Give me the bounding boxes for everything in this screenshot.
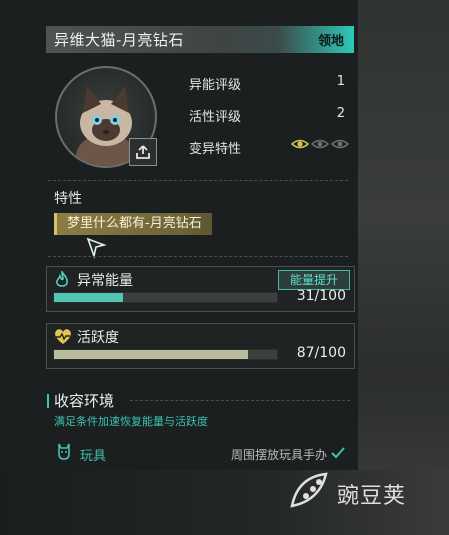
share-icon (136, 145, 150, 159)
stat-value: 1 (336, 74, 345, 89)
watermark-text: 豌豆荚 (337, 484, 407, 509)
check-icon (331, 447, 345, 459)
heartbeat-icon (55, 329, 71, 344)
energy-label: 异常能量 (77, 273, 133, 289)
divider (48, 256, 348, 257)
flame-icon (56, 271, 68, 287)
territory-tag[interactable]: 领地 (318, 30, 344, 49)
energy-value: 31/100 (296, 288, 346, 304)
activity-panel: 活跃度 87/100 (46, 323, 355, 369)
activity-bar-fill (54, 350, 248, 359)
stat-mutation-trait: 变异特性 (189, 138, 349, 157)
divider (48, 180, 348, 181)
energy-boost-button[interactable]: 能量提升 (278, 270, 350, 290)
pet-name: 异维大猫-月亮钻石 (54, 31, 184, 49)
divider (130, 400, 350, 401)
toy-label: 玩具 (80, 449, 107, 464)
activity-label: 活跃度 (77, 330, 119, 346)
trait-section-label: 特性 (54, 191, 82, 207)
energy-panel: 异常能量 能量提升 31/100 (46, 266, 355, 312)
activity-value: 87/100 (296, 345, 346, 361)
stat-ability-rating: 异能评级 1 (189, 74, 349, 93)
eye-inactive-icon (311, 139, 329, 149)
stat-activity-rating: 活性评级 2 (189, 106, 349, 125)
pea-logo-icon (290, 472, 328, 508)
trait-badge[interactable]: 梦里什么都有-月亮钻石 (54, 213, 212, 235)
background-scene (358, 0, 449, 535)
stat-label: 变异特性 (189, 142, 242, 157)
energy-bar (53, 292, 278, 303)
energy-bar-fill (54, 293, 124, 302)
containment-title: 收容环境 (54, 392, 115, 410)
pet-header: 异维大猫-月亮钻石 领地 (46, 26, 354, 53)
mutation-eyes (291, 138, 349, 150)
stat-label: 异能评级 (189, 78, 242, 93)
containment-description: 满足条件加速恢复能量与活跃度 (54, 415, 208, 428)
section-accent (47, 394, 49, 408)
toy-requirement: 周围摆放玩具手办 (231, 448, 328, 462)
activity-bar (53, 349, 278, 360)
stat-value: 2 (336, 106, 345, 121)
eye-inactive-icon (331, 139, 349, 149)
share-button[interactable] (129, 138, 157, 166)
toy-icon (58, 443, 70, 460)
stat-label: 活性评级 (189, 110, 242, 125)
eye-active-icon (291, 139, 309, 149)
